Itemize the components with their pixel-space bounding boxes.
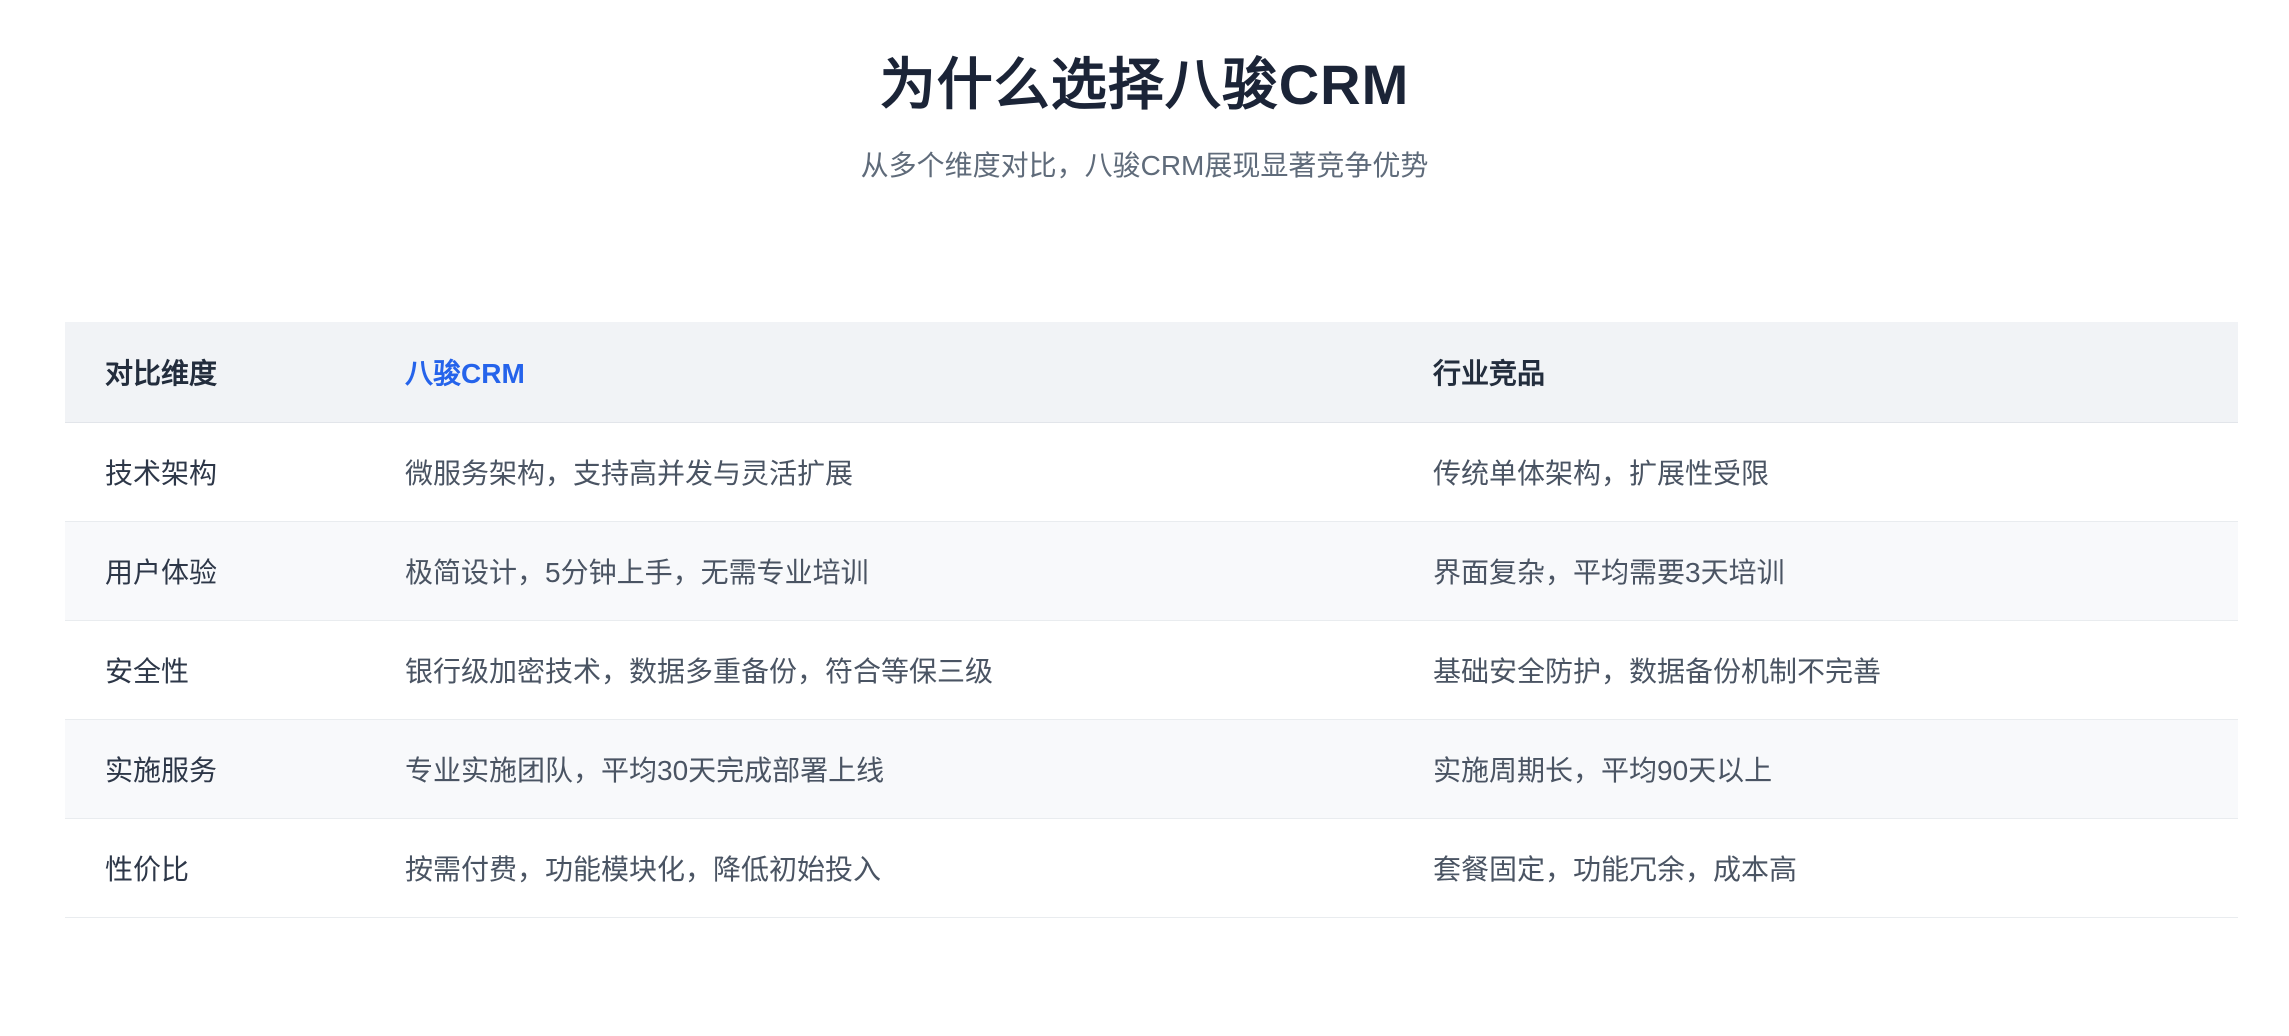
dimension-cell: 安全性 — [65, 620, 365, 719]
table-row: 用户体验 极简设计，5分钟上手，无需专业培训 界面复杂，平均需要3天培训 — [65, 521, 2238, 620]
bajun-cell: 专业实施团队，平均30天完成部署上线 — [365, 719, 1393, 818]
competitor-cell: 界面复杂，平均需要3天培训 — [1393, 521, 2238, 620]
page-subtitle: 从多个维度对比，八骏CRM展现显著竞争优势 — [0, 146, 2289, 185]
column-header-dimension: 对比维度 — [65, 322, 365, 422]
table-header-row: 对比维度 八骏CRM 行业竞品 — [65, 322, 2238, 422]
competitor-cell: 传统单体架构，扩展性受限 — [1393, 422, 2238, 521]
competitor-cell: 实施周期长，平均90天以上 — [1393, 719, 2238, 818]
column-header-competitor: 行业竞品 — [1393, 322, 2238, 422]
bajun-cell: 微服务架构，支持高并发与灵活扩展 — [365, 422, 1393, 521]
comparison-table: 对比维度 八骏CRM 行业竞品 技术架构 微服务架构，支持高并发与灵活扩展 传统… — [65, 322, 2238, 918]
dimension-cell: 技术架构 — [65, 422, 365, 521]
competitor-cell: 基础安全防护，数据备份机制不完善 — [1393, 620, 2238, 719]
table-row: 实施服务 专业实施团队，平均30天完成部署上线 实施周期长，平均90天以上 — [65, 719, 2238, 818]
dimension-cell: 性价比 — [65, 818, 365, 917]
page-title: 为什么选择八骏CRM — [0, 50, 2289, 120]
dimension-cell: 用户体验 — [65, 521, 365, 620]
column-header-bajun-crm: 八骏CRM — [365, 322, 1393, 422]
dimension-cell: 实施服务 — [65, 719, 365, 818]
bajun-cell: 按需付费，功能模块化，降低初始投入 — [365, 818, 1393, 917]
why-choose-section: 为什么选择八骏CRM 从多个维度对比，八骏CRM展现显著竞争优势 对比维度 八骏… — [0, 0, 2289, 1036]
competitor-cell: 套餐固定，功能冗余，成本高 — [1393, 818, 2238, 917]
table-row: 性价比 按需付费，功能模块化，降低初始投入 套餐固定，功能冗余，成本高 — [65, 818, 2238, 917]
table-row: 技术架构 微服务架构，支持高并发与灵活扩展 传统单体架构，扩展性受限 — [65, 422, 2238, 521]
comparison-table-wrapper: 对比维度 八骏CRM 行业竞品 技术架构 微服务架构，支持高并发与灵活扩展 传统… — [65, 322, 2238, 918]
bajun-cell: 银行级加密技术，数据多重备份，符合等保三级 — [365, 620, 1393, 719]
table-row: 安全性 银行级加密技术，数据多重备份，符合等保三级 基础安全防护，数据备份机制不… — [65, 620, 2238, 719]
section-header: 为什么选择八骏CRM 从多个维度对比，八骏CRM展现显著竞争优势 — [0, 0, 2289, 185]
bajun-cell: 极简设计，5分钟上手，无需专业培训 — [365, 521, 1393, 620]
